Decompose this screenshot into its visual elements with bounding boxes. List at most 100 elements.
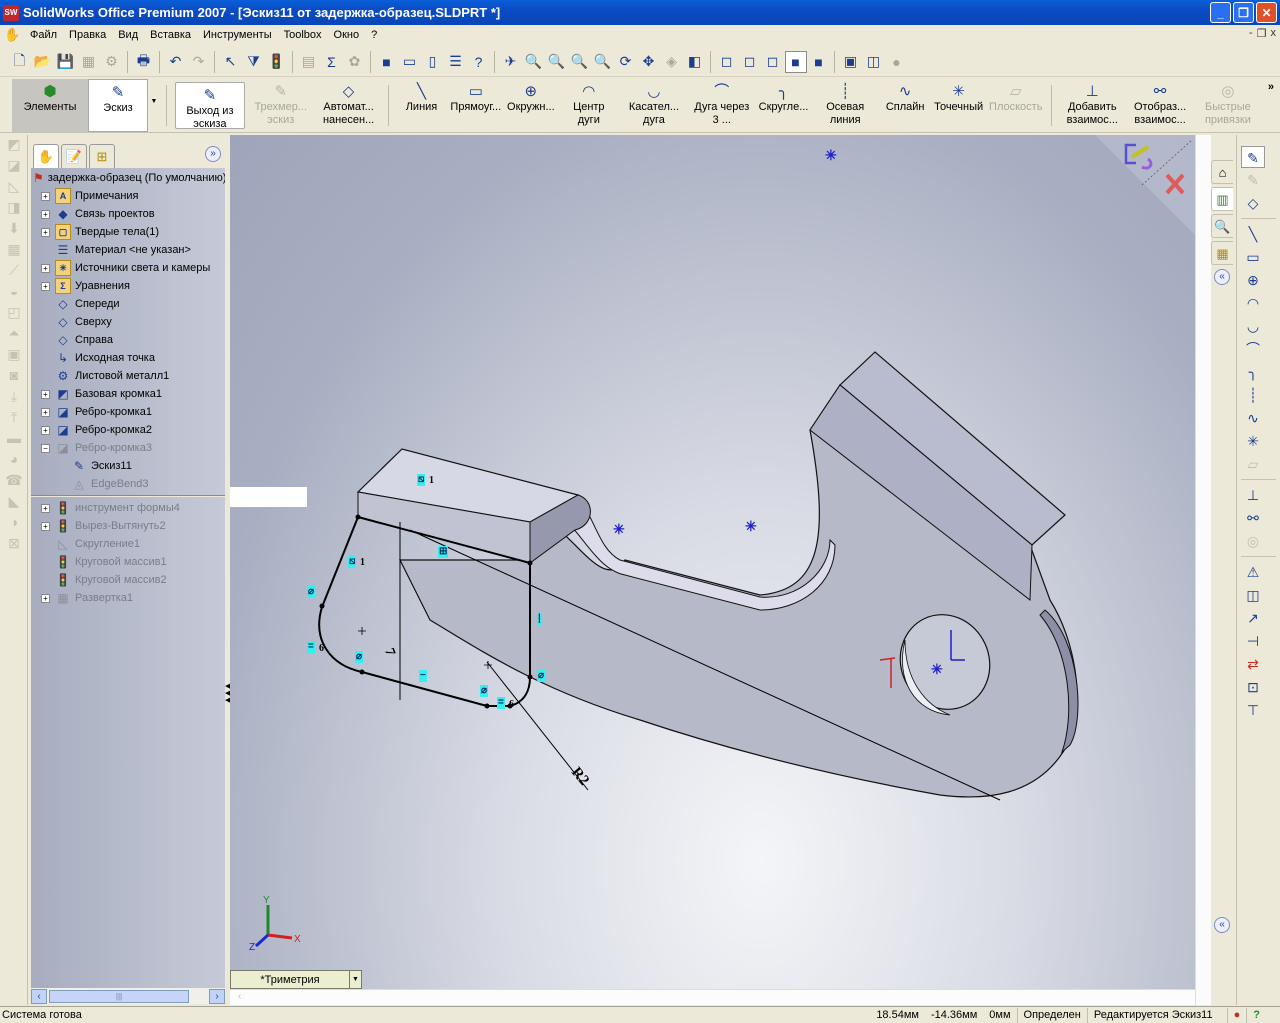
tree-item[interactable]: + A Примечания	[31, 187, 225, 205]
minimize-button[interactable]: _	[1210, 2, 1231, 23]
pan-icon[interactable]: ✥	[638, 51, 660, 73]
selection-filter-icon[interactable]: ⧩	[243, 51, 265, 73]
design-library-tab[interactable]: ▥	[1211, 187, 1233, 211]
select-icon[interactable]: ↖	[220, 51, 242, 73]
centerpoint-arc-button[interactable]: ◠ Центр дуги	[558, 79, 620, 132]
trim-entities-icon[interactable]: ⊣	[1241, 630, 1265, 652]
tree-item[interactable]: ◺ Скругление1	[31, 535, 225, 553]
hidden-lines-removed-icon[interactable]: ◻	[762, 51, 784, 73]
help-icon[interactable]: ?	[1246, 1007, 1266, 1023]
tree-item[interactable]: + 🚦 Вырез-Вытянуть2	[31, 517, 225, 535]
menu-file[interactable]: Файл	[24, 26, 63, 44]
expand-panel-button[interactable]: »	[205, 146, 221, 162]
collapse-task-pane-button[interactable]: «	[1214, 269, 1230, 285]
doc-restore-button[interactable]: ❐	[1257, 27, 1267, 40]
rotate-view-icon[interactable]: ⟳	[615, 51, 637, 73]
smart-dimension-icon[interactable]: ◇	[1241, 192, 1265, 214]
doc-minimize-button[interactable]: -	[1249, 27, 1253, 40]
zoom-in-out-icon[interactable]: 🔍	[569, 51, 591, 73]
hidden-lines-visible-icon[interactable]: ◻	[739, 51, 761, 73]
quick-snaps-icon[interactable]: ◎	[1241, 530, 1265, 552]
save-icon[interactable]: 💾	[55, 51, 77, 73]
welded-corner-icon[interactable]: ▣	[3, 346, 25, 366]
tab-dropdown-arrow[interactable]: ▼	[148, 79, 160, 132]
exit-sketch-button[interactable]: ✎ Выход из эскиза	[175, 82, 245, 130]
model-view[interactable]: 7 R2 ✳ ✳ ✳ ✳ Y X Z	[230, 135, 1195, 990]
section-view-icon[interactable]: ◫	[863, 51, 885, 73]
smart-dimension-button[interactable]: ◇ Автомат... нанесен...	[315, 79, 383, 132]
relation-parallel-badge[interactable]: ⧅	[417, 474, 426, 486]
file-properties-icon[interactable]: ▤	[298, 51, 320, 73]
rebuild-icon[interactable]: 🚦	[266, 51, 288, 73]
zoom-to-area-icon[interactable]: 🔍	[546, 51, 568, 73]
solidworks-resources-icon[interactable]: ■	[376, 51, 398, 73]
rectangle-button[interactable]: ▭ Прямоуг...	[447, 79, 504, 132]
layout-icon[interactable]: ▭	[399, 51, 421, 73]
closed-corner-icon[interactable]: ⏶	[3, 325, 25, 345]
view-orientation-dropdown[interactable]: *Триметрия ▼	[230, 970, 362, 989]
no-bends-icon[interactable]: ◕	[3, 451, 25, 471]
point-icon[interactable]: ✳	[1241, 430, 1265, 452]
tree-item[interactable]: + ◪ Ребро-кромка2	[31, 421, 225, 439]
tree-item[interactable]: + 🚦 инструмент формы4	[31, 499, 225, 517]
graphics-area[interactable]: 7 R2 ✳ ✳ ✳ ✳ Y X Z ⧅ 1 ⧅ 1 ⌀ = 6 ⌀ − ⊞ | ⌀ …	[230, 135, 1195, 990]
tab-sketch[interactable]: ✎ Эскиз	[88, 79, 148, 132]
spline-icon[interactable]: ∿	[1241, 407, 1265, 429]
view-palette-tab[interactable]: ▦	[1211, 241, 1233, 265]
point-button[interactable]: ✳ Точечный	[931, 79, 986, 132]
relation-parallel-badge[interactable]: ⧅	[348, 556, 357, 568]
restore-button[interactable]: ❐	[1233, 2, 1254, 23]
make-drawing-icon[interactable]: ▦	[78, 51, 100, 73]
cross-break-icon[interactable]: ◰	[3, 304, 25, 324]
help-icon[interactable]: ?	[468, 51, 490, 73]
solidworks-logo-icon[interactable]: ✋	[4, 27, 22, 43]
insert-bends-icon[interactable]: ☎	[3, 472, 25, 492]
sketched-bend-icon[interactable]: ◒	[3, 283, 25, 303]
tree-item[interactable]: 🚦 Круговой массив1	[31, 553, 225, 571]
relation-tangent-badge[interactable]: ⌀	[480, 685, 489, 697]
menu-window[interactable]: Окно	[328, 26, 366, 44]
circle-button[interactable]: ⊕ Окружн...	[504, 79, 557, 132]
offset-entities-icon[interactable]: ◫	[1241, 584, 1265, 606]
tree-item[interactable]: ⚙ Листовой металл1	[31, 367, 225, 385]
unfold-icon[interactable]: ⤓	[3, 388, 25, 408]
make-assembly-icon[interactable]: ⚙	[101, 51, 123, 73]
new-document-icon[interactable]: 🗋	[9, 51, 31, 73]
flatten-icon[interactable]: ▬	[3, 430, 25, 450]
scroll-left-icon[interactable]: ‹	[238, 991, 252, 1005]
tree-item[interactable]: ↳ Исходная точка	[31, 349, 225, 367]
tab-features[interactable]: ⬢ Элементы	[12, 79, 88, 132]
tree-item[interactable]: 🚦 Круговой массив2	[31, 571, 225, 589]
tree-item[interactable]: + Σ Уравнения	[31, 277, 225, 295]
vent-icon[interactable]: ⊠	[3, 535, 25, 555]
tree-item[interactable]: ◇ Сверху	[31, 313, 225, 331]
menu-toolbox[interactable]: Toolbox	[278, 26, 328, 44]
rectangle-icon[interactable]: ▭	[1241, 246, 1265, 268]
menu-insert[interactable]: Вставка	[144, 26, 197, 44]
tree-item[interactable]: + ◩ Базовая кромка1	[31, 385, 225, 403]
line-button[interactable]: ╲ Линия	[395, 79, 447, 132]
expand-toggle-icon[interactable]: +	[41, 593, 50, 603]
shaded-icon[interactable]: ■	[808, 51, 830, 73]
tree-item[interactable]: ☰ Материал <не указан>	[31, 241, 225, 259]
expand-toggle-icon[interactable]: +	[41, 425, 50, 435]
feature-tree-hscrollbar[interactable]: ‹ ||| ›	[31, 988, 225, 1004]
photoworks-icon[interactable]: ✿	[344, 51, 366, 73]
add-relation-button[interactable]: ⊥ Добавить взаимос...	[1058, 79, 1126, 132]
expand-toggle-icon[interactable]: +	[41, 227, 50, 237]
command-manager-overflow-button[interactable]: »	[1262, 79, 1280, 132]
exit-sketch-icon[interactable]: ✎	[1241, 146, 1265, 168]
scroll-left-button[interactable]: ‹	[31, 988, 47, 1004]
tree-item[interactable]: + ◪ Ребро-кромка1	[31, 403, 225, 421]
close-button[interactable]: ✕	[1256, 2, 1277, 23]
options-icon[interactable]: Σ	[321, 51, 343, 73]
scroll-thumb[interactable]: |||	[49, 989, 189, 1003]
relation-tangent-badge[interactable]: ⌀	[537, 670, 546, 682]
expand-toggle-icon[interactable]: +	[41, 503, 50, 513]
base-flange-icon[interactable]: ◩	[3, 136, 25, 156]
expand-toggle-icon[interactable]: +	[41, 209, 50, 219]
print-icon[interactable]: 🖶	[133, 51, 155, 73]
previous-view-icon[interactable]: ✈	[500, 51, 522, 73]
tangent-arc-icon[interactable]: ◡	[1241, 315, 1265, 337]
feature-tree-tab[interactable]: ✋	[33, 144, 59, 168]
